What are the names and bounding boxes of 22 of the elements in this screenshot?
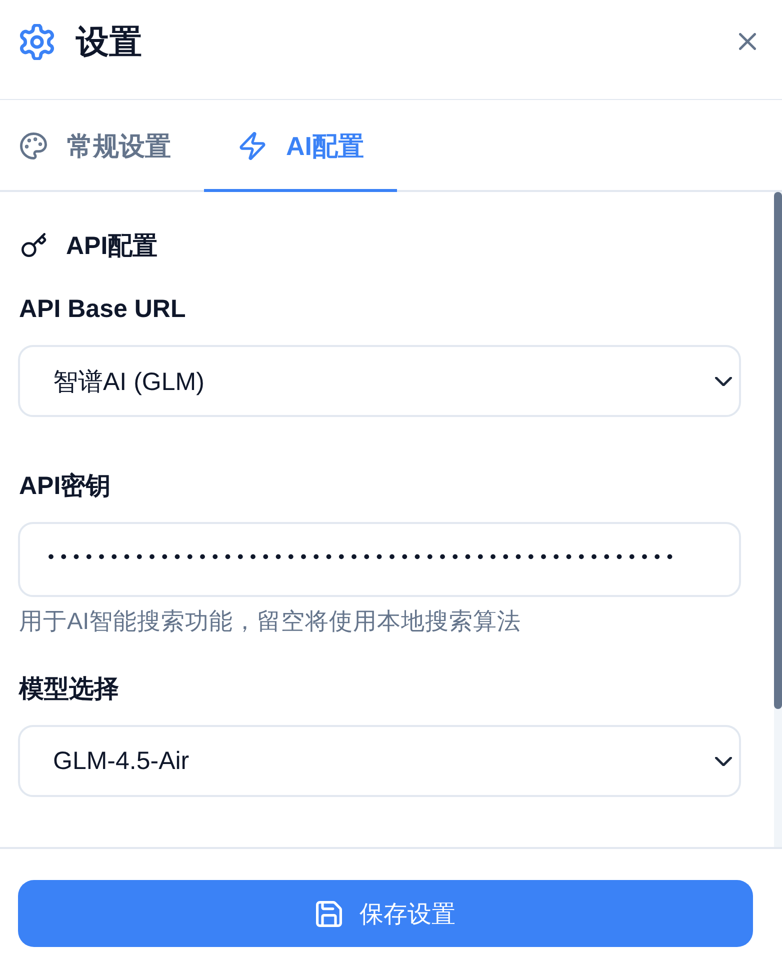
scrollbar[interactable] <box>774 192 782 847</box>
save-icon <box>316 900 342 926</box>
close-icon[interactable] <box>739 33 756 50</box>
key-icon <box>20 233 47 257</box>
scrollbar-thumb[interactable] <box>774 192 782 709</box>
dialog-title: 设置 <box>76 22 142 62</box>
tab[interactable]: AI配置 <box>204 100 397 192</box>
field-label: 模型选择 <box>19 674 119 705</box>
field-hint: 用于AI智能搜索功能，留空将使用本地搜索算法 <box>19 607 522 636</box>
settings-icon <box>20 24 54 60</box>
field-label: API Base URL <box>19 294 186 325</box>
section-title: API配置 <box>66 230 158 262</box>
palette-icon <box>20 132 47 160</box>
field-label: API密钥 <box>19 471 111 502</box>
lightning-icon <box>239 132 266 160</box>
tab[interactable]: 常规设置 <box>0 100 204 192</box>
dropdown-select[interactable]: 智谱AI (GLM) <box>18 345 741 417</box>
chevron-down-icon <box>715 756 732 766</box>
save-button[interactable]: 保存设置 <box>18 880 753 947</box>
chevron-down-icon <box>715 376 732 386</box>
dropdown-select[interactable]: GLM-4.5-Air <box>18 725 741 797</box>
password-field[interactable]: •••••••••••••••••••••••••••••••••••••••••••••••••• <box>18 522 741 597</box>
